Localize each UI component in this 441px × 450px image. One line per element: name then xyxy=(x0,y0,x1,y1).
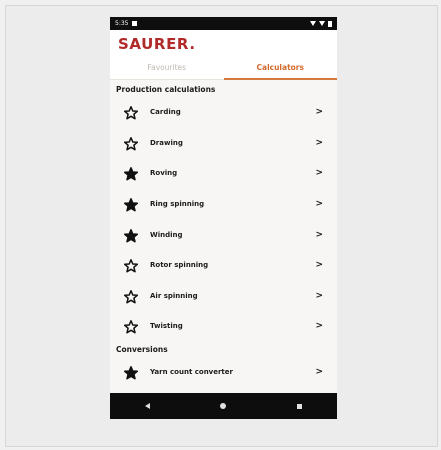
list-item[interactable]: Air spinning > xyxy=(110,281,337,312)
star-outline-icon[interactable] xyxy=(123,289,139,304)
battery-icon xyxy=(328,20,332,27)
list-item-label: Yarn count converter xyxy=(150,368,233,377)
status-bar: 5:35 xyxy=(110,17,337,30)
chevron-right-icon: > xyxy=(315,107,323,118)
star-filled-icon[interactable] xyxy=(123,365,139,380)
tab-bar: Favourites Calculators xyxy=(110,57,337,80)
list-item-label: Drawing xyxy=(150,138,183,147)
conversions-list: Yarn count converter > xyxy=(110,357,337,388)
star-filled-icon[interactable] xyxy=(123,166,139,181)
chevron-right-icon: > xyxy=(315,260,323,271)
star-outline-icon[interactable] xyxy=(123,258,139,273)
tab-favourites[interactable]: Favourites xyxy=(110,57,224,79)
section-header-production: Production calculations xyxy=(116,85,216,94)
chevron-right-icon: > xyxy=(315,290,323,301)
chevron-right-icon: > xyxy=(315,367,323,378)
star-outline-icon[interactable] xyxy=(123,319,139,334)
list-item[interactable]: Ring spinning > xyxy=(110,189,337,220)
list-item-label: Carding xyxy=(150,108,181,117)
list-item[interactable]: Roving > xyxy=(110,158,337,189)
android-nav-bar xyxy=(110,393,337,419)
chevron-right-icon: > xyxy=(315,321,323,332)
list-item[interactable]: Drawing > xyxy=(110,128,337,159)
list-item-label: Roving xyxy=(150,169,178,178)
tab-calculators[interactable]: Calculators xyxy=(224,57,338,79)
list-item[interactable]: Yarn count converter > xyxy=(110,357,337,388)
wifi-icon xyxy=(310,21,316,26)
chevron-right-icon: > xyxy=(315,199,323,210)
status-time: 5:35 xyxy=(115,20,129,27)
notification-icon xyxy=(132,21,138,26)
list-item-label: Rotor spinning xyxy=(150,261,209,270)
list-item[interactable]: Carding > xyxy=(110,97,337,128)
list-item-label: Ring spinning xyxy=(150,200,205,209)
chevron-right-icon: > xyxy=(315,168,323,179)
chevron-right-icon: > xyxy=(315,229,323,240)
star-outline-icon[interactable] xyxy=(123,105,139,120)
list-item[interactable]: Rotor spinning > xyxy=(110,250,337,281)
list-item[interactable]: Winding > xyxy=(110,219,337,250)
list-item[interactable]: Twisting > xyxy=(110,311,337,342)
brand-logo: SAURER. xyxy=(118,34,196,53)
recent-apps-icon[interactable] xyxy=(296,403,302,409)
back-icon[interactable] xyxy=(145,403,151,409)
section-header-conversions: Conversions xyxy=(116,344,168,354)
phone-screen: 5:35 SAURER. Favourites Calculators Prod… xyxy=(110,17,337,419)
star-outline-icon[interactable] xyxy=(123,136,139,151)
home-icon[interactable] xyxy=(220,403,227,409)
signal-icon xyxy=(319,21,325,26)
star-filled-icon[interactable] xyxy=(123,197,139,212)
list-item-label: Winding xyxy=(150,230,183,239)
chevron-right-icon: > xyxy=(315,137,323,148)
production-list: Carding > Drawing > Roving > Ring spinning > Win… xyxy=(110,97,337,342)
app-bar: SAURER. xyxy=(110,30,337,57)
list-item-label: Air spinning xyxy=(150,291,198,300)
active-tab-indicator xyxy=(223,78,337,80)
list-item-label: Twisting xyxy=(150,322,183,331)
star-filled-icon[interactable] xyxy=(123,228,139,243)
